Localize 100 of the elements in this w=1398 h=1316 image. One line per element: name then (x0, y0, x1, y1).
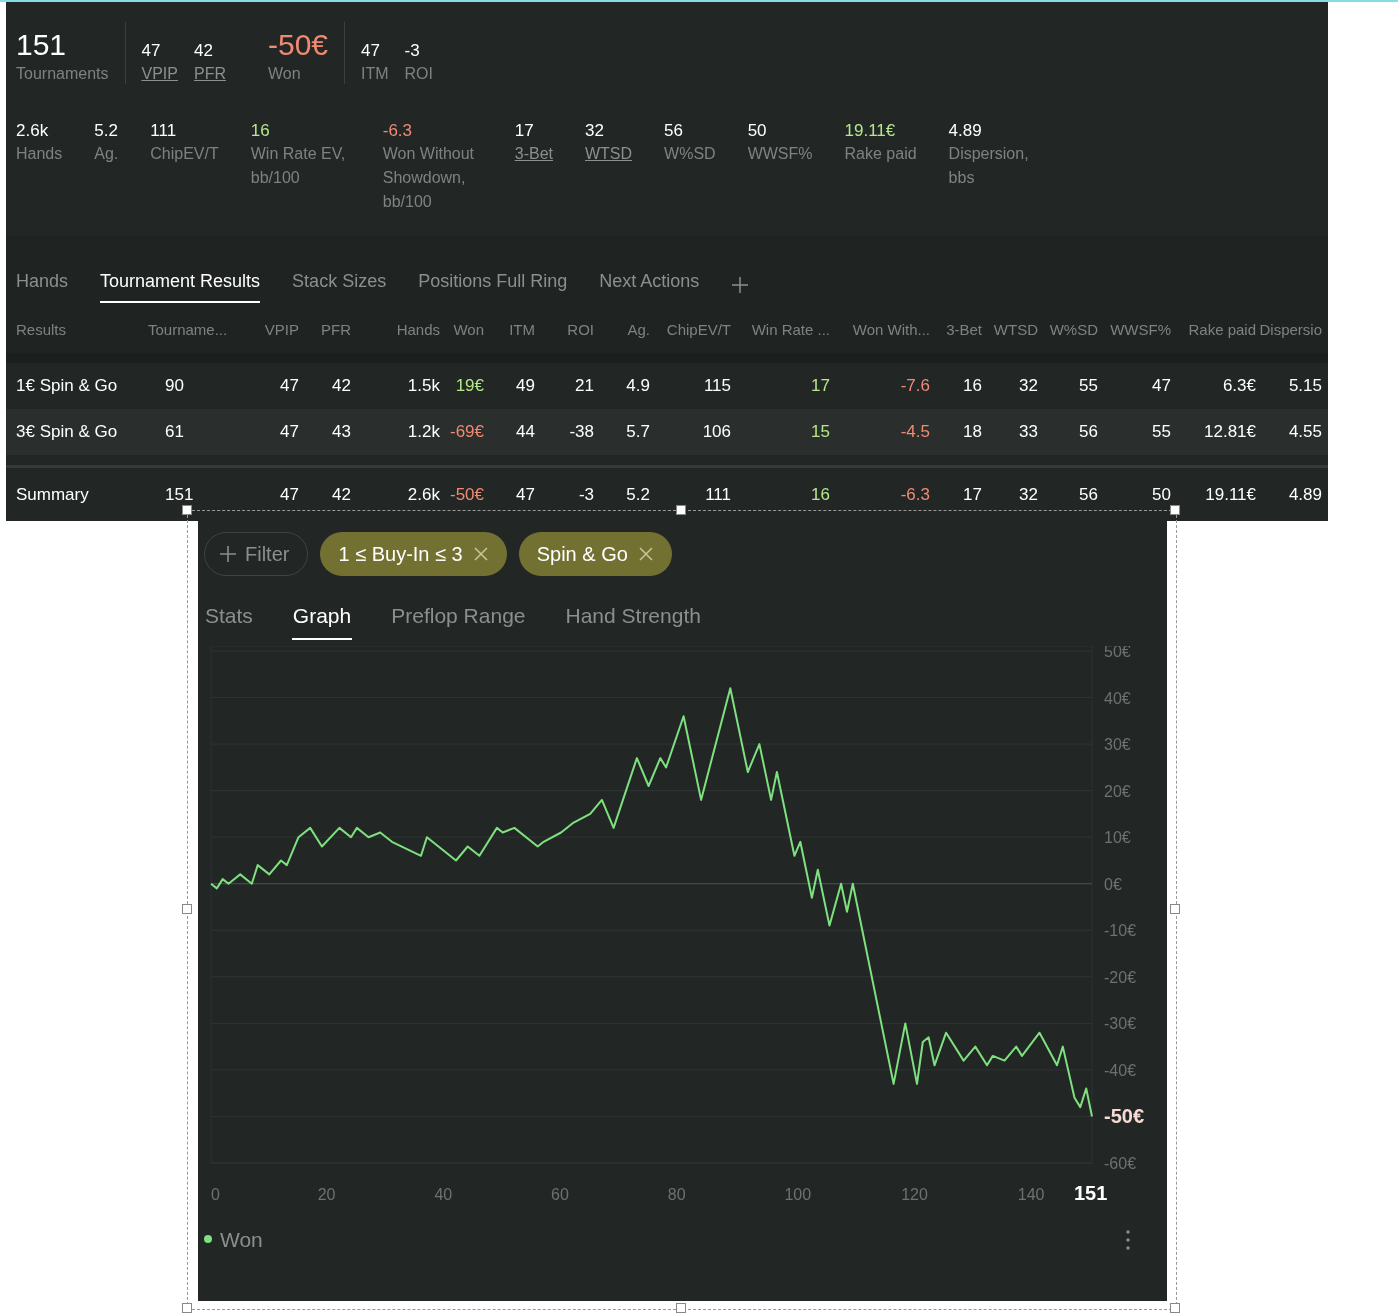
column-header[interactable]: PFR (299, 318, 351, 342)
filter-chip[interactable]: 1 ≤ Buy-In ≤ 3 (320, 532, 507, 576)
column-header[interactable]: 3-Bet (930, 318, 982, 342)
close-icon[interactable] (637, 546, 654, 562)
close-icon[interactable] (472, 546, 489, 562)
stat-link[interactable]: VPIP (141, 63, 178, 85)
stat-label: ChipEV/T (150, 144, 219, 164)
legend-label: Won (220, 1226, 263, 1253)
table-cell-text: 4.55 (1287, 421, 1322, 444)
stat-value: 111 (150, 120, 178, 142)
column-header[interactable]: VPIP (248, 318, 299, 342)
table-cell-text: 4.89 (1287, 483, 1322, 506)
y-axis-label: -60€ (1104, 1154, 1137, 1172)
table-cell-text: -4.5 (899, 421, 930, 444)
stat-link[interactable]: 3-Bet (514, 142, 553, 166)
stat-value: 42 (193, 40, 214, 62)
resize-handle[interactable] (1170, 1303, 1180, 1313)
column-header[interactable]: Win Rate ... (731, 318, 830, 342)
stat-value: -6.3 (382, 120, 414, 142)
column-header[interactable]: ROI (535, 318, 594, 342)
more-menu-button[interactable] (1125, 1227, 1131, 1252)
stat-link[interactable]: WTSD (585, 142, 633, 166)
table-cell-text: 115 (702, 375, 731, 398)
column-header[interactable]: Rake paid (1171, 318, 1256, 342)
table-cell-text: -7.6 (899, 375, 930, 398)
table-cell-text: 90 (164, 375, 185, 398)
column-header[interactable]: W%SD (1038, 318, 1098, 342)
table-row[interactable]: 3€ Spin & Go 61 47 43 1.2k -69€ 44 -38 5.7 106 15 -4.5 18 33 56 55 12.81€ 4.55 (6, 409, 1328, 455)
stat-value: 47 (361, 40, 381, 62)
view-tab[interactable]: Graph (291, 600, 353, 640)
table-cell-text: 1€ Spin & Go (16, 375, 119, 398)
view-tab[interactable]: Preflop Range (390, 600, 527, 640)
table-cell-text: 42 (331, 375, 351, 398)
column-header[interactable]: WWSF% (1098, 318, 1171, 342)
stat-value: 5.2 (94, 120, 119, 142)
stat-label: WWSF% (747, 144, 813, 164)
resize-handle[interactable] (182, 1303, 192, 1313)
table-cell-text: 15 (810, 421, 830, 444)
table-cell-text: 1.2k (406, 421, 440, 444)
report-tab[interactable]: Tournament Results (100, 266, 261, 303)
x-axis-label: 40 (434, 1185, 453, 1203)
column-header[interactable]: Results (16, 318, 148, 342)
y-axis-label: 30€ (1104, 735, 1131, 753)
column-header[interactable]: Dispersio (1256, 318, 1322, 342)
y-axis-label: 50€ (1104, 645, 1131, 660)
table-cell-text: 56 (1078, 483, 1098, 506)
column-header[interactable]: Hands (351, 318, 440, 342)
table-cell-text: 32 (1018, 375, 1038, 398)
column-header[interactable]: Ag. (594, 318, 650, 342)
stat-label: Won (267, 64, 301, 84)
column-header[interactable]: Won With... (830, 318, 930, 342)
resize-handle[interactable] (182, 505, 192, 515)
table-cell-text: 55 (1078, 375, 1098, 398)
table-cell-text: 16 (962, 375, 982, 398)
resize-handle[interactable] (676, 505, 686, 515)
y-axis-label: -10€ (1104, 921, 1137, 939)
table-cell-text: 56 (1078, 421, 1098, 444)
x-axis-label: 100 (784, 1185, 812, 1203)
stat-label: Hands (16, 144, 63, 164)
stat-value: 4.89 (948, 120, 983, 142)
table-cell-text: 47 (279, 375, 299, 398)
column-header[interactable]: ChipEV/T (650, 318, 731, 342)
resize-handle[interactable] (1170, 505, 1180, 515)
table-cell-text: 55 (1151, 421, 1171, 444)
stat-link[interactable]: PFR (193, 63, 226, 85)
view-tab[interactable]: Stats (204, 600, 254, 640)
stat-value: 50 (747, 120, 768, 142)
stat-label: Dispersion, bbs (948, 144, 1030, 188)
table-cell-text: 3€ Spin & Go (16, 421, 119, 444)
report-tab[interactable]: Next Actions (599, 266, 700, 303)
resize-handle[interactable] (1170, 904, 1180, 914)
report-tab[interactable]: Stack Sizes (292, 266, 387, 303)
filter-chip[interactable]: Spin & Go (518, 532, 672, 576)
stat-value: 17 (514, 120, 535, 142)
report-tab[interactable]: Positions Full Ring (418, 266, 568, 303)
column-header[interactable]: ITM (484, 318, 535, 342)
table-cell-text: -38 (568, 421, 594, 444)
column-header[interactable]: Tourname... (148, 318, 248, 342)
table-cell-text: 21 (574, 375, 594, 398)
y-axis-label: 20€ (1104, 782, 1131, 800)
resize-handle[interactable] (676, 1303, 686, 1313)
column-header[interactable]: Won (440, 318, 484, 342)
resize-handle[interactable] (182, 904, 192, 914)
stat-label: Tournaments (16, 64, 109, 84)
stat-value: 2.6k (16, 120, 50, 142)
view-tab[interactable]: Hand Strength (564, 600, 702, 640)
stat-value: 47 (141, 40, 162, 62)
plus-icon (219, 545, 237, 563)
column-header[interactable]: WTSD (982, 318, 1038, 342)
report-tab[interactable]: Hands (16, 266, 69, 303)
table-cell-text: 49 (515, 375, 535, 398)
stat-value: 151 (16, 28, 68, 62)
table-cell-text: 18 (962, 421, 982, 444)
table-cell-text: 61 (164, 421, 185, 444)
table-cell-text: 5.7 (625, 421, 650, 444)
table-cell-text: 4.9 (625, 375, 650, 398)
table-cell-text: 19.11€ (1204, 483, 1256, 506)
table-cell-text: 19€ (454, 375, 484, 398)
y-axis-label: -40€ (1104, 1061, 1137, 1079)
stat-value: 19.11€ (844, 120, 897, 142)
